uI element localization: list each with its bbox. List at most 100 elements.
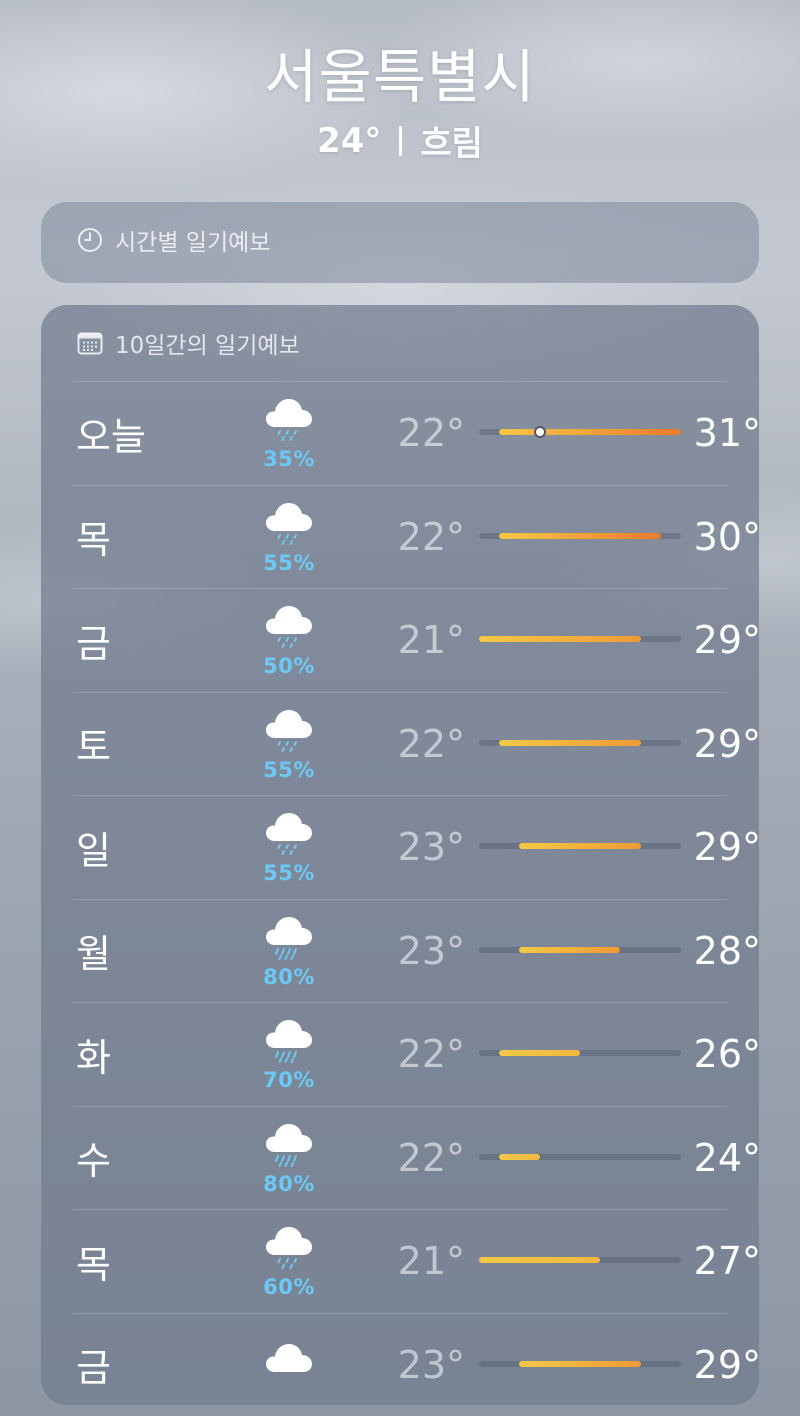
precip-chance: 55%: [263, 550, 315, 575]
forecast-row[interactable]: 목 55% 22° 30°: [73, 484, 761, 589]
weather-cell: 80%: [253, 1119, 325, 1199]
day-label: 수: [76, 1139, 111, 1184]
cloud-heavy-rain-icon: [264, 1119, 314, 1171]
hourly-forecast-header: 시간별 일기예보: [77, 202, 270, 278]
forecast-row[interactable]: 수 80% 22° 24°: [73, 1105, 761, 1210]
hourly-forecast-title: 시간별 일기예보: [115, 230, 271, 256]
precip-chance: 80%: [263, 1171, 315, 1196]
low-temp: 22°: [397, 721, 465, 766]
current-temp-marker: [533, 426, 546, 438]
forecast-row[interactable]: 목 60% 21° 27°: [73, 1209, 761, 1313]
weather-cell: 35%: [253, 394, 325, 474]
cloud-rain-icon: [264, 498, 314, 550]
temp-range-track: [479, 946, 681, 953]
cloud-rain-icon: [264, 601, 314, 653]
forecast-row[interactable]: 토 55% 22° 29°: [73, 691, 761, 796]
day-label: 오늘: [76, 414, 146, 459]
day-label: 일: [76, 828, 111, 873]
forecast-row[interactable]: 금 50% 21° 29°: [73, 588, 761, 692]
low-temp: 23°: [397, 1342, 465, 1387]
clock-icon: [77, 227, 103, 253]
temp-range-bar: [519, 843, 641, 849]
temp-range-bar: [499, 532, 661, 539]
weather-cell: 70%: [253, 1015, 325, 1095]
temp-range-bar: [519, 1360, 641, 1367]
calendar-icon: [77, 331, 103, 355]
precip-chance: 35%: [263, 447, 315, 471]
weather-cell: 55%: [253, 498, 325, 578]
low-temp: 22°: [397, 1032, 465, 1077]
temp-range-track: [479, 843, 681, 849]
high-temp: 29°: [693, 1342, 761, 1387]
precip-chance: 70%: [263, 1068, 315, 1092]
day-label: 목: [76, 1242, 111, 1287]
cloud-rain-icon: [264, 394, 314, 446]
temp-range-bar: [479, 636, 641, 642]
temp-range-bar: [479, 1257, 601, 1263]
low-temp: 23°: [397, 825, 465, 870]
temp-range-bar: [499, 1050, 580, 1056]
temp-range-track: [479, 636, 681, 642]
forecast-row[interactable]: 화 70% 22° 26°: [73, 1002, 761, 1106]
low-temp: 21°: [397, 618, 465, 663]
temp-range-track: [479, 426, 681, 438]
temp-range-track: [479, 739, 681, 746]
precip-chance: 55%: [263, 757, 315, 782]
cloud-rain-icon: [264, 808, 314, 860]
day-label: 화: [76, 1035, 111, 1080]
day-label: 토: [76, 725, 111, 770]
current-temp: 24°: [317, 120, 382, 161]
day-label: 금: [76, 621, 111, 666]
forecast-row[interactable]: 일 55% 23° 29°: [73, 795, 761, 899]
forecast-list: 오늘 35% 22° 31° 목 55% 22° 30° 금 50% 21° 29° 토 55% 22° 29…: [73, 381, 761, 1416]
high-temp: 28°: [693, 928, 761, 973]
temp-range-track: [479, 1153, 681, 1160]
high-temp: 30°: [693, 514, 761, 559]
high-temp: 27°: [693, 1239, 761, 1284]
high-temp: 24°: [693, 1135, 761, 1180]
high-temp: 29°: [693, 721, 761, 766]
temp-range-bar: [499, 739, 641, 746]
low-temp: 21°: [397, 1239, 465, 1284]
cloud-rain-icon: [264, 1222, 314, 1274]
temp-range-bar: [519, 946, 621, 953]
ten-day-forecast-header: 10일간의 일기예보: [77, 305, 300, 381]
temp-range-track: [479, 532, 681, 539]
temp-range-track: [479, 1050, 681, 1056]
low-temp: 22°: [397, 514, 465, 559]
ten-day-forecast-title: 10일간의 일기예보: [115, 333, 300, 359]
cloud-rain-icon: [264, 705, 314, 757]
temp-range-bar: [499, 1153, 540, 1160]
weather-cell: 50%: [253, 601, 325, 681]
high-temp: 29°: [693, 618, 761, 663]
cloud-heavy-rain-icon: [264, 1015, 314, 1067]
day-label: 월: [76, 932, 111, 977]
precip-chance: 80%: [263, 964, 315, 989]
cloud-icon: [264, 1339, 314, 1391]
low-temp: 23°: [397, 928, 465, 973]
separator: [399, 125, 403, 156]
temp-range-bar: [499, 429, 681, 435]
high-temp: 31°: [693, 411, 761, 456]
forecast-row[interactable]: 오늘 35% 22° 31°: [73, 381, 761, 485]
hourly-forecast-card[interactable]: 시간별 일기예보: [41, 202, 759, 283]
weather-cell: [253, 1314, 325, 1416]
weather-cell: 55%: [253, 705, 325, 785]
precip-chance: 55%: [263, 861, 315, 885]
low-temp: 22°: [397, 411, 465, 456]
weather-cell: 55%: [253, 808, 325, 888]
city-name: 서울특별시: [264, 43, 536, 111]
day-label: 금: [76, 1346, 111, 1391]
forecast-row[interactable]: 월 80% 23° 28°: [73, 898, 761, 1003]
temp-range-track: [479, 1257, 681, 1263]
cloud-heavy-rain-icon: [264, 912, 314, 964]
temp-range-track: [479, 1360, 681, 1367]
weather-cell: 80%: [253, 912, 325, 992]
forecast-row[interactable]: 금 23° 29°: [73, 1312, 761, 1416]
precip-chance: 60%: [263, 1275, 315, 1299]
high-temp: 29°: [693, 825, 761, 870]
weather-cell: 60%: [253, 1222, 325, 1302]
current-summary: 24° 흐림: [0, 116, 800, 165]
low-temp: 22°: [397, 1135, 465, 1180]
high-temp: 26°: [693, 1032, 761, 1077]
